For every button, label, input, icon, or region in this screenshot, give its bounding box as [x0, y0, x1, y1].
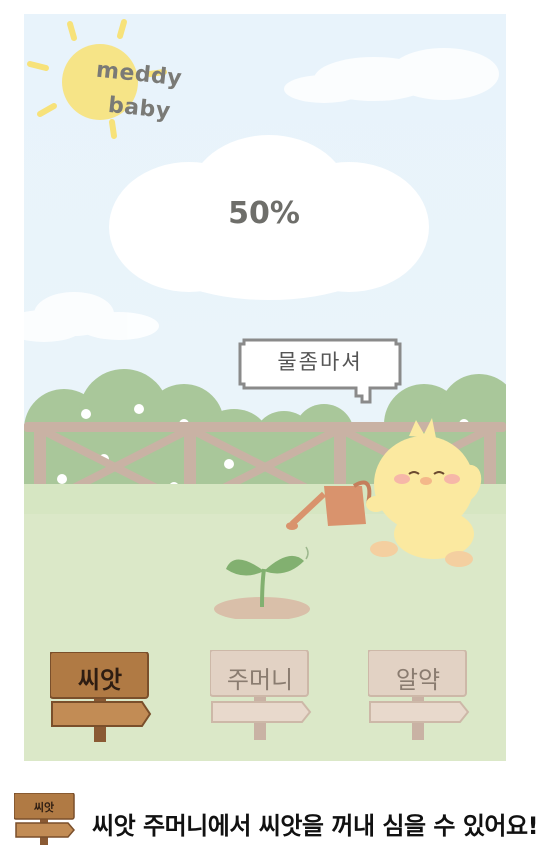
hint-text: 씨앗 주머니에서 씨앗을 꺼내 심을 수 있어요!: [92, 812, 539, 840]
watering-can-icon: [286, 480, 386, 530]
chick-speech-bubble: 물좀마셔: [236, 336, 404, 404]
growth-percentage: 50%: [228, 196, 300, 231]
sign-pouch[interactable]: 주머니: [210, 650, 312, 740]
chick-character[interactable]: [284, 414, 506, 574]
sign-label: 씨앗: [77, 666, 123, 694]
hint-sign-icon: 씨앗: [14, 793, 80, 845]
sign-label: 주머니: [226, 666, 294, 694]
sign-medicine[interactable]: 알약: [368, 650, 470, 740]
sign-label: 알약: [395, 666, 441, 694]
speech-text: 물좀마셔: [277, 350, 363, 374]
sign-seed[interactable]: 씨앗: [50, 652, 152, 742]
game-scene: meddy baby 50% 물좀마셔 씨앗 주머니 알약: [24, 14, 506, 761]
sprout-icon[interactable]: [214, 539, 314, 619]
hint-sign-label: 씨앗: [33, 801, 55, 814]
